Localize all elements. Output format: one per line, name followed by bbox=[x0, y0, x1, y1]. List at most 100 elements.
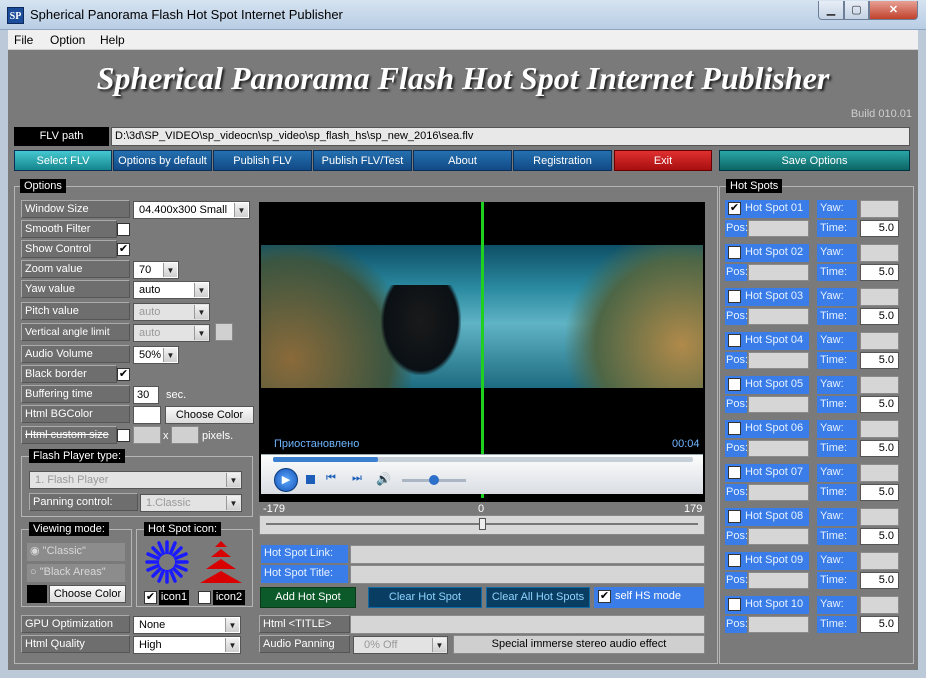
hotspot-yaw-field[interactable] bbox=[860, 244, 899, 262]
hotspot-yaw-field[interactable] bbox=[860, 464, 899, 482]
panning-control-select[interactable]: 1.Classic ▼ bbox=[140, 494, 242, 512]
menu-help[interactable]: Help bbox=[100, 33, 125, 47]
hotspot-link-input[interactable] bbox=[350, 545, 705, 564]
hotspot-yaw-field[interactable] bbox=[860, 376, 899, 394]
zoom-select[interactable]: 70 ▼ bbox=[133, 261, 179, 279]
flv-path-field[interactable]: D:\3d\SP_VIDEO\sp_videocn\sp_video\sp_fl… bbox=[111, 127, 910, 146]
hotspot-time-input[interactable]: 5.0 bbox=[860, 352, 899, 369]
gpu-select[interactable]: None ▼ bbox=[133, 616, 241, 634]
show-control-checkbox[interactable]: ✔ bbox=[117, 243, 130, 256]
hotspot-yaw-field[interactable] bbox=[860, 508, 899, 526]
previous-icon[interactable]: ⏮ bbox=[326, 472, 336, 485]
icon2-checkbox[interactable] bbox=[198, 591, 211, 604]
buffering-input[interactable]: 30 bbox=[133, 386, 159, 404]
bgcolor-swatch[interactable] bbox=[133, 406, 161, 424]
hotspot-pos-field[interactable] bbox=[748, 528, 809, 545]
hotspot-item[interactable]: Hot Spot 08 bbox=[725, 508, 809, 526]
publish-test-button[interactable]: Publish FLV/Test bbox=[313, 150, 412, 171]
close-button[interactable]: ✕ bbox=[869, 1, 918, 20]
hotspot-time-input[interactable]: 5.0 bbox=[860, 484, 899, 501]
hotspot-pos-field[interactable] bbox=[748, 572, 809, 589]
hotspot-time-input[interactable]: 5.0 bbox=[860, 616, 899, 633]
vertical-angle-select[interactable]: auto ▼ bbox=[133, 324, 210, 342]
hotspot-item[interactable]: Hot Spot 05 bbox=[725, 376, 809, 394]
select-flv-button[interactable]: Select FLV bbox=[14, 150, 112, 171]
hotspot-pos-field[interactable] bbox=[748, 484, 809, 501]
play-icon[interactable]: ▶ bbox=[274, 468, 298, 492]
html-custom-size-checkbox[interactable] bbox=[117, 429, 130, 442]
bgcolor-choose-button[interactable]: Choose Color bbox=[165, 406, 254, 424]
hotspot-title-input[interactable] bbox=[350, 565, 705, 584]
viewing-color-swatch[interactable] bbox=[27, 585, 47, 603]
hotspot-item[interactable]: Hot Spot 09 bbox=[725, 552, 809, 570]
black-border-checkbox[interactable]: ✔ bbox=[117, 368, 130, 381]
hotspot-checkbox[interactable] bbox=[728, 421, 741, 435]
hotspot-time-input[interactable]: 5.0 bbox=[860, 396, 899, 413]
registration-button[interactable]: Registration bbox=[513, 150, 612, 171]
exit-button[interactable]: Exit bbox=[614, 150, 712, 171]
volume-icon[interactable]: 🔊 bbox=[376, 472, 391, 486]
hotspot-time-input[interactable]: 5.0 bbox=[860, 264, 899, 281]
hotspot-pos-field[interactable] bbox=[748, 396, 809, 413]
add-hotspot-button[interactable]: Add Hot Spot bbox=[260, 587, 356, 608]
hotspot-time-input[interactable]: 5.0 bbox=[860, 572, 899, 589]
hotspot-checkbox[interactable] bbox=[728, 465, 741, 479]
hotspot-checkbox[interactable] bbox=[728, 553, 741, 567]
audio-panning-select[interactable]: 0% Off ▼ bbox=[353, 636, 448, 654]
hotspot-pos-field[interactable] bbox=[748, 308, 809, 325]
hotspot-item[interactable]: ✔ Hot Spot 01 bbox=[725, 200, 809, 218]
vertical-angle-field[interactable] bbox=[215, 323, 233, 341]
menu-option[interactable]: Option bbox=[50, 33, 85, 47]
hotspot-item[interactable]: Hot Spot 10 bbox=[725, 596, 809, 614]
hotspot-checkbox[interactable] bbox=[728, 245, 741, 259]
clear-hotspot-button[interactable]: Clear Hot Spot bbox=[368, 587, 482, 608]
menu-file[interactable]: File bbox=[14, 33, 33, 47]
clear-all-hotspots-button[interactable]: Clear All Hot Spots bbox=[486, 587, 590, 608]
about-button[interactable]: About bbox=[413, 150, 512, 171]
hotspot-item[interactable]: Hot Spot 07 bbox=[725, 464, 809, 482]
hotspot-time-input[interactable]: 5.0 bbox=[860, 308, 899, 325]
yaw-select[interactable]: auto ▼ bbox=[133, 281, 210, 299]
html-quality-select[interactable]: High ▼ bbox=[133, 636, 241, 654]
hotspot-yaw-field[interactable] bbox=[860, 288, 899, 306]
volume-knob[interactable] bbox=[429, 475, 439, 485]
smooth-filter-checkbox[interactable] bbox=[117, 223, 130, 236]
save-options-button[interactable]: Save Options bbox=[719, 150, 910, 171]
hotspot-checkbox[interactable] bbox=[728, 377, 741, 391]
yaw-trackbar-thumb[interactable] bbox=[479, 518, 486, 530]
hotspot-item[interactable]: Hot Spot 04 bbox=[725, 332, 809, 350]
hotspot-yaw-field[interactable] bbox=[860, 552, 899, 570]
custom-height-field[interactable] bbox=[171, 426, 199, 444]
viewing-black-areas-radio[interactable]: ○ "Black Areas" bbox=[27, 564, 125, 582]
hotspot-time-input[interactable]: 5.0 bbox=[860, 440, 899, 457]
hotspot-pos-field[interactable] bbox=[748, 352, 809, 369]
self-hs-mode-toggle[interactable]: ✔ self HS mode bbox=[594, 587, 704, 608]
next-icon[interactable]: ⏭ bbox=[352, 472, 362, 485]
hotspot-checkbox[interactable] bbox=[728, 289, 741, 303]
viewing-classic-radio[interactable]: ◉ "Classic" bbox=[27, 543, 125, 561]
hotspot-checkbox[interactable] bbox=[728, 597, 741, 611]
hotspot-pos-field[interactable] bbox=[748, 264, 809, 281]
hotspot-pos-field[interactable] bbox=[748, 220, 809, 237]
hotspot-item[interactable]: Hot Spot 06 bbox=[725, 420, 809, 438]
options-default-button[interactable]: Options by default bbox=[113, 150, 212, 171]
hotspot-pos-field[interactable] bbox=[748, 440, 809, 457]
hotspot-pos-field[interactable] bbox=[748, 616, 809, 633]
hotspot-yaw-field[interactable] bbox=[860, 596, 899, 614]
maximize-button[interactable]: ▢ bbox=[844, 1, 869, 20]
hotspot-time-input[interactable]: 5.0 bbox=[860, 220, 899, 237]
hotspot-checkbox[interactable] bbox=[728, 509, 741, 523]
self-hs-checkbox[interactable]: ✔ bbox=[598, 589, 611, 603]
publish-flv-button[interactable]: Publish FLV bbox=[213, 150, 312, 171]
stop-icon[interactable] bbox=[306, 475, 315, 484]
audio-volume-select[interactable]: 50% ▼ bbox=[133, 346, 179, 364]
window-size-select[interactable]: 04.400x300 Small ▼ bbox=[133, 201, 250, 219]
hotspot-checkbox[interactable] bbox=[728, 333, 741, 347]
custom-width-field[interactable] bbox=[133, 426, 161, 444]
hotspot-item[interactable]: Hot Spot 02 bbox=[725, 244, 809, 262]
flash-player-select[interactable]: 1. Flash Player ▼ bbox=[29, 471, 242, 489]
hotspot-yaw-field[interactable] bbox=[860, 332, 899, 350]
icon1-checkbox[interactable]: ✔ bbox=[144, 591, 157, 604]
pitch-select[interactable]: auto ▼ bbox=[133, 303, 210, 321]
viewing-choose-color-button[interactable]: Choose Color bbox=[49, 585, 126, 603]
